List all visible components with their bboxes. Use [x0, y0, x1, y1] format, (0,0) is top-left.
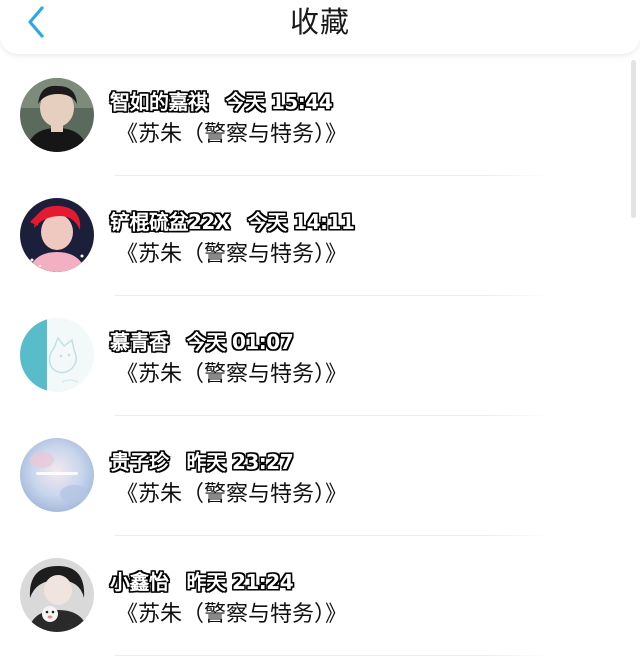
scrollbar[interactable] [631, 60, 636, 218]
favorites-list: 智如的嘉祺 今天 15:44 《苏朱（警察与特务）》 铲棍硫盆22X 今天 14… [0, 56, 640, 656]
list-item[interactable]: 小鑫怡 昨天 21:24 《苏朱（警察与特务）》 [0, 536, 640, 656]
list-item[interactable]: 慕青香 今天 01:07 《苏朱（警察与特务）》 [0, 296, 640, 416]
avatar [20, 198, 94, 272]
user-name[interactable]: 慕青香 [110, 326, 169, 355]
avatar [20, 438, 94, 512]
favorites-screen: 收藏 智如的嘉祺 今天 15:44 《苏朱（警察与特务）》 铲棍硫盆22X 今天… [0, 0, 640, 666]
timestamp: 今天 15:44 [225, 89, 333, 114]
timestamp: 昨天 21:24 [186, 569, 294, 594]
book-title[interactable]: 《苏朱（警察与特务）》 [116, 240, 347, 270]
item-header: 慕青香 今天 01:07 [110, 326, 294, 355]
divider [115, 655, 550, 656]
book-title[interactable]: 《苏朱（警察与特务）》 [116, 600, 347, 630]
user-name[interactable]: 贵子珍 [110, 446, 169, 475]
avatar [20, 318, 94, 392]
timestamp: 今天 14:11 [247, 209, 355, 234]
user-name[interactable]: 铲棍硫盆22X [110, 206, 230, 235]
item-header: 小鑫怡 昨天 21:24 [110, 566, 294, 595]
item-header: 铲棍硫盆22X 今天 14:11 [110, 206, 355, 235]
top-bar: 收藏 [0, 0, 640, 54]
list-item[interactable]: 贵子珍 昨天 23:27 《苏朱（警察与特务）》 [0, 416, 640, 536]
page-title: 收藏 [289, 5, 350, 39]
user-name[interactable]: 智如的嘉祺 [110, 86, 208, 115]
item-header: 智如的嘉祺 今天 15:44 [110, 86, 333, 115]
book-title[interactable]: 《苏朱（警察与特务）》 [116, 360, 347, 390]
book-title[interactable]: 《苏朱（警察与特务）》 [116, 480, 347, 510]
user-name[interactable]: 小鑫怡 [110, 566, 169, 595]
list-item[interactable]: 铲棍硫盆22X 今天 14:11 《苏朱（警察与特务）》 [0, 176, 640, 296]
timestamp: 今天 01:07 [186, 329, 294, 354]
item-header: 贵子珍 昨天 23:27 [110, 446, 294, 475]
book-title[interactable]: 《苏朱（警察与特务）》 [116, 120, 347, 150]
list-item[interactable]: 智如的嘉祺 今天 15:44 《苏朱（警察与特务）》 [0, 56, 640, 176]
timestamp: 昨天 23:27 [186, 449, 294, 474]
avatar [20, 558, 94, 632]
avatar [20, 78, 94, 152]
